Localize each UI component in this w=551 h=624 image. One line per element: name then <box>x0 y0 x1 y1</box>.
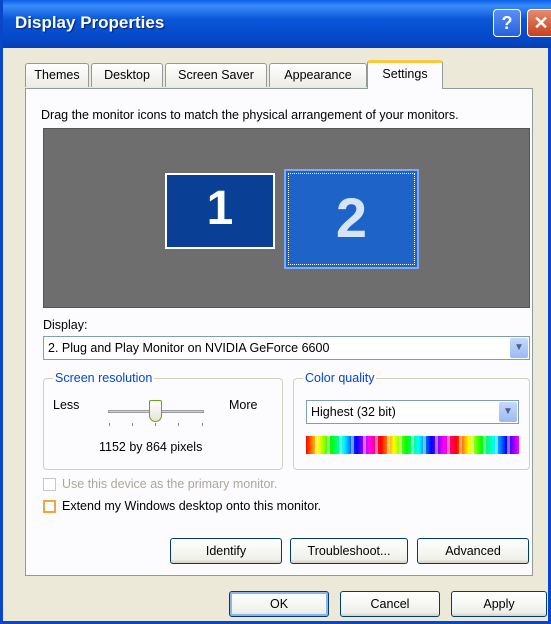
tab-desktop[interactable]: Desktop <box>91 63 163 87</box>
color-quality-group <box>293 378 530 470</box>
primary-monitor-option: Use this device as the primary monitor. <box>43 477 277 491</box>
screen-resolution-group <box>43 378 283 470</box>
instruction-text: Drag the monitor icons to match the phys… <box>41 108 459 122</box>
screen-resolution-title: Screen resolution <box>53 371 155 385</box>
display-select[interactable]: 2. Plug and Play Monitor on NVIDIA GeFor… <box>43 336 530 360</box>
chevron-down-icon[interactable]: ▼ <box>499 402 517 422</box>
close-icon: ✕ <box>533 13 549 33</box>
tab-screen-saver[interactable]: Screen Saver <box>165 63 267 87</box>
color-quality-title: Color quality <box>303 371 377 385</box>
tab-themes-label: Themes <box>34 68 80 82</box>
color-quality-value: Highest (32 bit) <box>311 405 396 419</box>
slider-tick <box>202 423 203 426</box>
tab-desktop-label: Desktop <box>104 68 150 82</box>
extend-desktop-label[interactable]: Extend my Windows desktop onto this moni… <box>62 499 321 513</box>
color-quality-preview-bar <box>306 436 519 454</box>
monitor-1[interactable]: 1 <box>165 173 275 249</box>
help-button[interactable]: ? <box>493 9 521 37</box>
primary-monitor-checkbox <box>43 477 56 491</box>
window-title: Display Properties <box>15 13 165 32</box>
resolution-less-label: Less <box>53 398 80 412</box>
display-select-value: 2. Plug and Play Monitor on NVIDIA GeFor… <box>48 341 330 355</box>
apply-button[interactable]: Apply <box>451 591 547 617</box>
close-button[interactable]: ✕ <box>527 9 551 37</box>
slider-tick <box>178 423 179 426</box>
help-icon: ? <box>501 13 513 33</box>
slider-tick <box>109 423 110 426</box>
tab-screen-saver-label: Screen Saver <box>178 68 254 82</box>
extend-desktop-checkbox[interactable] <box>43 499 56 513</box>
identify-button[interactable]: Identify <box>170 538 282 564</box>
resolution-value: 1152 by 864 pixels <box>99 440 203 454</box>
tab-appearance[interactable]: Appearance <box>269 63 367 87</box>
extend-desktop-option[interactable]: Extend my Windows desktop onto this moni… <box>43 499 321 513</box>
display-label: Display: <box>43 318 88 332</box>
slider-tick <box>132 423 133 426</box>
resolution-more-label: More <box>229 398 258 412</box>
monitor-1-number: 1 <box>206 182 234 235</box>
cancel-button[interactable]: Cancel <box>340 591 440 617</box>
tab-themes[interactable]: Themes <box>25 63 89 87</box>
ok-button[interactable]: OK <box>229 591 329 617</box>
chevron-down-icon[interactable]: ▼ <box>510 338 528 358</box>
tab-settings-label: Settings <box>382 67 428 81</box>
resolution-slider-thumb[interactable] <box>149 400 162 422</box>
color-quality-select[interactable]: Highest (32 bit) ▼ <box>306 400 519 424</box>
advanced-button[interactable]: Advanced <box>417 538 529 564</box>
troubleshoot-button[interactable]: Troubleshoot... <box>290 538 408 564</box>
tab-settings[interactable]: Settings <box>367 60 443 89</box>
title-bar[interactable]: Display Properties ? ✕ <box>3 0 551 48</box>
primary-monitor-label: Use this device as the primary monitor. <box>62 477 278 491</box>
display-properties-window: Display Properties ? ✕ Themes Desktop Sc… <box>0 0 551 624</box>
monitor-arrangement-area[interactable]: 1 2 <box>43 128 530 308</box>
tab-appearance-label: Appearance <box>284 68 352 82</box>
monitor-2-number: 2 <box>335 186 368 249</box>
slider-tick <box>155 423 156 426</box>
monitor-2[interactable]: 2 <box>284 169 419 269</box>
